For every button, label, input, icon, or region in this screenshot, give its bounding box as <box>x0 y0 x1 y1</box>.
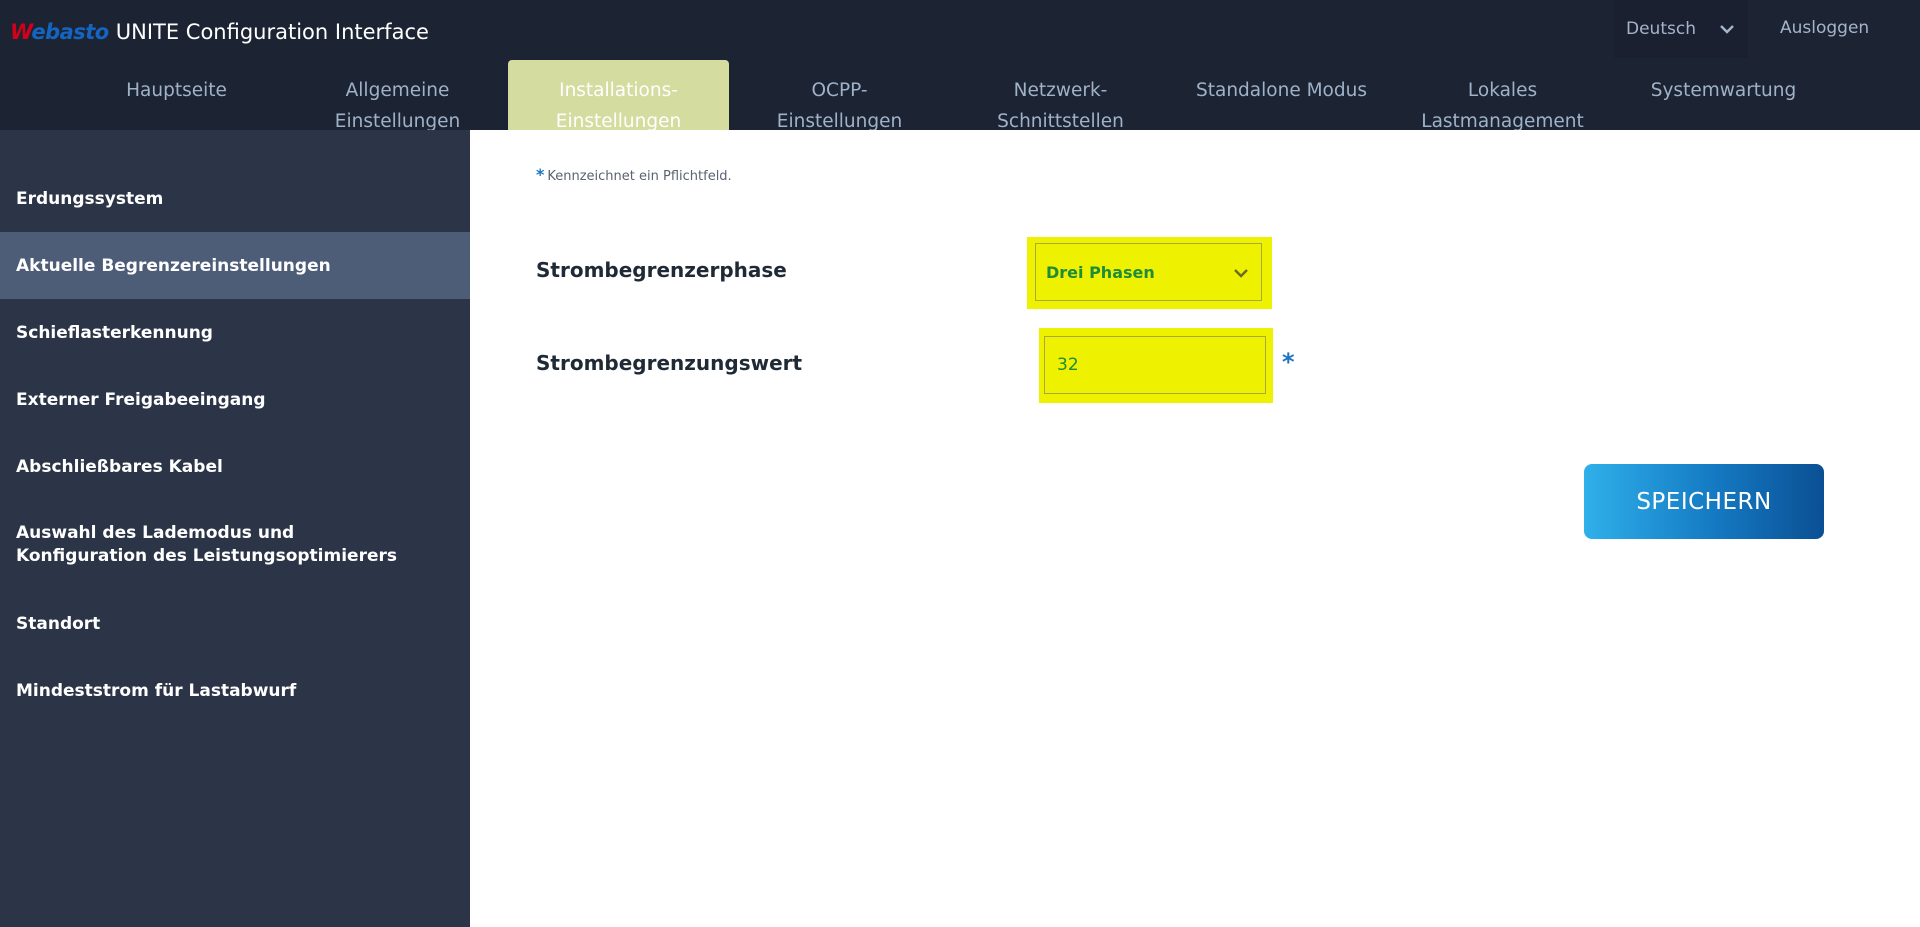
sidebar-item-schieflasterkennung[interactable]: Schieflasterkennung <box>0 299 470 366</box>
phase-label: Strombegrenzerphase <box>536 258 787 282</box>
save-button[interactable]: SPEICHERN <box>1584 464 1824 539</box>
language-label: Deutsch <box>1626 19 1696 39</box>
limit-label: Strombegrenzungswert <box>536 351 803 375</box>
tab-label: OCPP-Einstellungen <box>776 80 903 132</box>
logo-rest: ebasto <box>31 20 109 44</box>
sidebar-item-externer-freigabeeingang[interactable]: Externer Freigabeeingang <box>0 366 470 433</box>
sidebar-item-aktuelle-begrenzereinstellungen[interactable]: Aktuelle Begrenzereinstellungen <box>0 232 470 299</box>
limit-highlight: 32 <box>1039 328 1273 403</box>
tab-label: Hauptseite <box>126 80 227 101</box>
phase-select-value: Drei Phasen <box>1046 262 1155 282</box>
required-note-text: Kennzeichnet ein Pflichtfeld. <box>547 169 732 184</box>
limit-input[interactable]: 32 <box>1044 336 1266 394</box>
app-title: UNITE Configuration Interface <box>115 20 429 44</box>
tab-standalone-modus[interactable]: Standalone Modus <box>1171 60 1392 130</box>
chevron-down-icon <box>1234 269 1248 278</box>
tab-label: Netzwerk-Schnittstellen <box>997 80 1124 132</box>
sidebar-item-label: Standort <box>16 613 101 634</box>
tab-label: Lokales Lastmanagement <box>1421 80 1584 132</box>
tab-label: Installations-Einstellungen <box>555 80 682 132</box>
sidebar-item-label: Auswahl des Lademodus und Konfiguration … <box>16 523 397 566</box>
sidebar-item-label: Schieflasterkennung <box>16 322 213 343</box>
chevron-down-icon <box>1720 25 1734 34</box>
phase-select[interactable]: Drei Phasen <box>1035 243 1262 301</box>
tab-label: Systemwartung <box>1650 80 1797 101</box>
sidebar-item-lademodus[interactable]: Auswahl des Lademodus und Konfiguration … <box>0 500 470 590</box>
webasto-logo: Webasto <box>10 20 109 44</box>
tab-lokales-lastmanagement[interactable]: Lokales Lastmanagement <box>1392 60 1613 132</box>
tab-label: Standalone Modus <box>1196 80 1367 101</box>
tab-ocpp-einstellungen[interactable]: OCPP-Einstellungen <box>729 60 950 132</box>
sidebar-item-standort[interactable]: Standort <box>0 590 470 657</box>
tab-label: Allgemeine Einstellungen <box>334 80 461 132</box>
sidebar-item-label: Mindeststrom für Lastabwurf <box>16 680 297 701</box>
sidebar-item-label: Abschließbares Kabel <box>16 456 223 477</box>
sidebar-item-label: Externer Freigabeeingang <box>16 389 266 410</box>
sidebar-item-label: Aktuelle Begrenzereinstellungen <box>16 255 331 276</box>
tab-systemwartung[interactable]: Systemwartung <box>1613 60 1834 130</box>
sidebar-item-mindeststrom[interactable]: Mindeststrom für Lastabwurf <box>0 657 470 724</box>
tab-installations-einstellungen[interactable]: Installations-Einstellungen <box>508 60 729 132</box>
tab-netzwerk-schnittstellen[interactable]: Netzwerk-Schnittstellen <box>950 60 1171 132</box>
sidebar: Erdungssystem Aktuelle Begrenzereinstell… <box>0 130 470 927</box>
required-star: * <box>536 165 545 184</box>
main-content: * Kennzeichnet ein Pflichtfeld. Strombegr… <box>470 130 1920 927</box>
brand: Webasto UNITE Configuration Interface <box>10 17 429 47</box>
language-select[interactable]: Deutsch <box>1614 0 1748 58</box>
limit-required-star: * <box>1282 348 1295 376</box>
sidebar-item-label: Erdungssystem <box>16 188 164 209</box>
main-nav: Hauptseite Allgemeine Einstellungen Inst… <box>66 60 1834 132</box>
sidebar-item-erdungssystem[interactable]: Erdungssystem <box>0 165 470 232</box>
top-header: Webasto UNITE Configuration Interface De… <box>0 0 1920 132</box>
phase-highlight: Drei Phasen <box>1027 237 1272 309</box>
logout-link[interactable]: Ausloggen <box>1780 18 1869 38</box>
tab-hauptseite[interactable]: Hauptseite <box>66 60 287 130</box>
sidebar-item-abschliessbares-kabel[interactable]: Abschließbares Kabel <box>0 433 470 500</box>
required-note: * Kennzeichnet ein Pflichtfeld. <box>536 165 732 184</box>
tab-allgemeine-einstellungen[interactable]: Allgemeine Einstellungen <box>287 60 508 132</box>
